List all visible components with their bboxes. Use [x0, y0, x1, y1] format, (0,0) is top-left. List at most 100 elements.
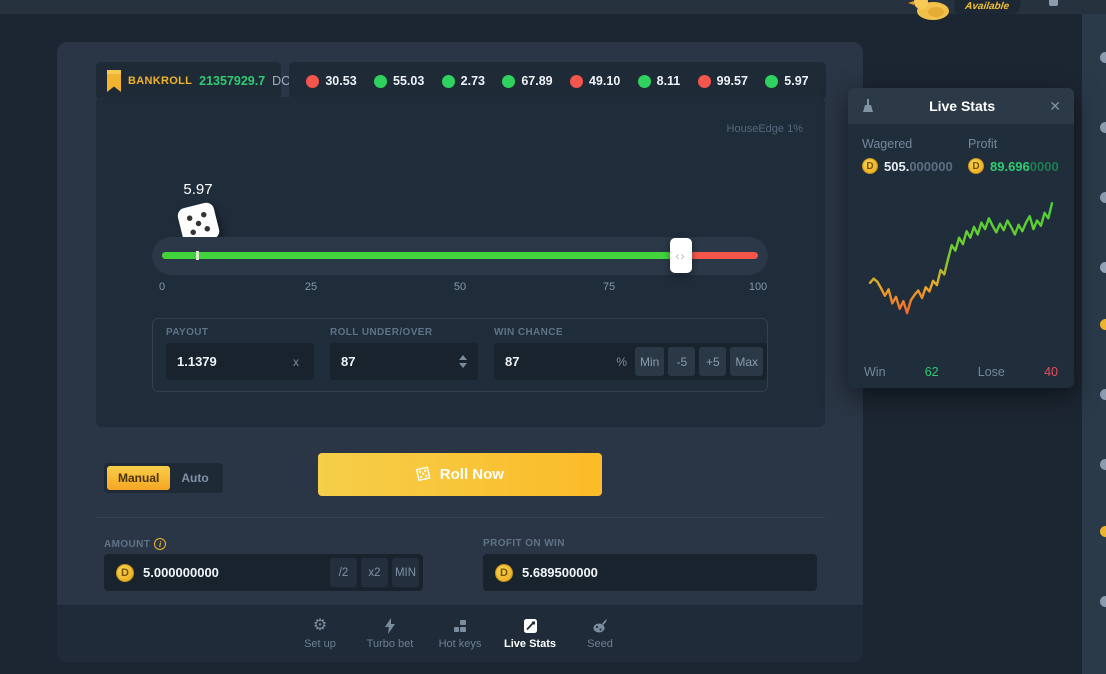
- live-stats-body: Wagered D 505.000000 Profit D 89.6960000: [848, 124, 1074, 388]
- roll-value: 49.10: [589, 74, 620, 88]
- rail-avatar-icon[interactable]: [1100, 122, 1106, 133]
- toolbar-item-turbo-bet[interactable]: Turbo bet: [360, 617, 420, 650]
- roll-result[interactable]: 55.03: [374, 74, 424, 88]
- profit-on-win-label: PROFIT ON WIN: [483, 538, 565, 549]
- toolbar-label: Set up: [304, 638, 336, 650]
- bankroll-box[interactable]: BANKROLL 21357929.7 DOGE: [96, 62, 281, 100]
- rail-avatar-icon[interactable]: [1100, 192, 1106, 203]
- win-chance-min-button[interactable]: Min: [635, 347, 664, 376]
- roll-result[interactable]: 5.97: [765, 74, 808, 88]
- roll-value: 8.11: [657, 74, 681, 88]
- roll-slider[interactable]: ‹›: [152, 237, 768, 275]
- roll-under-over-label: ROLL UNDER/OVER: [330, 327, 478, 338]
- roll-dot: [306, 75, 319, 88]
- divider: [96, 517, 825, 518]
- toolbar-item-hot-keys[interactable]: Hot keys: [430, 617, 490, 650]
- lose-label: Lose: [978, 365, 1005, 379]
- profit-on-win-label-text: PROFIT ON WIN: [483, 538, 565, 549]
- bookmark-icon: [107, 70, 121, 93]
- header-corner-icon[interactable]: [1049, 0, 1058, 6]
- game-area: HouseEdge 1% 5.97 ‹›: [96, 97, 825, 427]
- win-chance-plus5-button[interactable]: +5: [699, 347, 726, 376]
- seed-icon: [592, 617, 608, 634]
- wagered-zeros: 000000: [909, 159, 952, 174]
- win-chance-input[interactable]: 87 % Min -5 +5 Max: [494, 343, 767, 380]
- bankroll-amount: 21357929.7: [199, 74, 265, 88]
- scale-tick: 0: [159, 281, 165, 293]
- profit-value: 89.696: [990, 159, 1030, 174]
- slider-scale: 0 25 50 75 100: [162, 281, 758, 295]
- bet-params-box: PAYOUT 1.1379 x ROLL UNDER/OVER 87 WIN C…: [152, 318, 768, 392]
- amount-label-row: AMOUNT i: [104, 538, 166, 550]
- profit-on-win-value: 5.689500000: [522, 565, 598, 580]
- house-edge-label: HouseEdge 1%: [727, 123, 803, 135]
- roll-result[interactable]: 49.10: [570, 74, 620, 88]
- rail-avatar-icon[interactable]: [1100, 52, 1106, 63]
- toolbar-item-live-stats[interactable]: Live Stats: [500, 617, 560, 650]
- chat-rail[interactable]: [1082, 14, 1106, 674]
- manual-mode-button[interactable]: Manual: [107, 466, 170, 490]
- duck-mascot-icon[interactable]: [906, 0, 956, 20]
- roll-now-label: Roll Now: [440, 466, 504, 483]
- toolbar-item-seed[interactable]: Seed: [570, 617, 630, 650]
- roll-result[interactable]: 99.57: [698, 74, 748, 88]
- win-chance-suffix: %: [616, 355, 627, 369]
- roll-dot: [374, 75, 387, 88]
- roll-under-over-field: ROLL UNDER/OVER 87: [330, 327, 478, 383]
- live-stats-title: Live Stats: [875, 98, 1049, 114]
- win-chance-label: WIN CHANCE: [494, 327, 767, 338]
- rail-avatar-icon[interactable]: [1100, 389, 1106, 400]
- slider-track[interactable]: ‹›: [162, 252, 758, 259]
- rail-avatar-icon[interactable]: [1100, 319, 1106, 330]
- win-chance-value: 87: [505, 354, 616, 369]
- win-label: Win: [864, 365, 886, 379]
- toolbar-item-setup[interactable]: ⚙ Set up: [290, 617, 350, 650]
- rail-avatar-icon[interactable]: [1100, 596, 1106, 607]
- rail-avatar-icon[interactable]: [1100, 526, 1106, 537]
- top-header-bar: Available: [0, 0, 1106, 14]
- amount-buttons: /2 x2 MIN: [326, 558, 419, 587]
- payout-field: PAYOUT 1.1379 x: [166, 327, 314, 383]
- payout-value: 1.1379: [177, 354, 293, 369]
- toolbar-label: Live Stats: [504, 638, 556, 650]
- win-chance-max-button[interactable]: Max: [730, 347, 763, 376]
- bet-mode-toggle: Manual Auto: [104, 463, 223, 493]
- half-amount-button[interactable]: /2: [330, 558, 357, 587]
- available-badge[interactable]: Available: [953, 0, 1021, 14]
- swap-under-over-icon[interactable]: [459, 355, 467, 368]
- slider-handle[interactable]: ‹›: [670, 238, 692, 273]
- roll-result[interactable]: 8.11: [638, 74, 681, 88]
- scale-tick: 100: [749, 281, 767, 293]
- close-icon[interactable]: ✕: [1049, 98, 1061, 115]
- rail-avatar-icon[interactable]: [1100, 262, 1106, 273]
- roll-now-button[interactable]: ⚄ Roll Now: [318, 453, 602, 496]
- rail-avatar-icon[interactable]: [1100, 459, 1106, 470]
- roll-result[interactable]: 2.73: [442, 74, 485, 88]
- payout-input[interactable]: 1.1379 x: [166, 343, 314, 380]
- auto-mode-button[interactable]: Auto: [170, 466, 219, 490]
- toolbar-label: Turbo bet: [367, 638, 414, 650]
- win-chance-minus5-button[interactable]: -5: [668, 347, 695, 376]
- roll-result[interactable]: 67.89: [502, 74, 552, 88]
- roll-under-over-input[interactable]: 87: [330, 343, 478, 380]
- win-chance-field: WIN CHANCE 87 % Min -5 +5 Max: [494, 327, 767, 383]
- toolbar-label: Hot keys: [439, 638, 482, 650]
- amount-input[interactable]: D 5.000000000 /2 x2 MIN: [104, 554, 423, 591]
- clear-stats-icon[interactable]: [861, 99, 875, 114]
- double-amount-button[interactable]: x2: [361, 558, 388, 587]
- info-icon[interactable]: i: [154, 538, 166, 550]
- page: Available BANKROLL 21357929.7 DOGE 30.53…: [0, 0, 1106, 674]
- last-roll-marker: 5.97: [170, 181, 226, 242]
- doge-coin-icon: D: [968, 158, 984, 174]
- min-amount-button[interactable]: MIN: [392, 558, 419, 587]
- win-lose-row: Win 62 Lose 40: [864, 365, 1058, 379]
- roll-dot: [502, 75, 515, 88]
- lose-count: 40: [1044, 365, 1058, 379]
- win-count: 62: [925, 365, 939, 379]
- keyboard-keys-icon: [453, 617, 468, 634]
- roll-value: 67.89: [521, 74, 552, 88]
- lightning-icon: [384, 617, 396, 634]
- roll-result[interactable]: 30.53: [306, 74, 356, 88]
- roll-value: 5.97: [784, 74, 808, 88]
- dice-game-card: BANKROLL 21357929.7 DOGE 30.53 55.03 2.73 6…: [57, 42, 863, 662]
